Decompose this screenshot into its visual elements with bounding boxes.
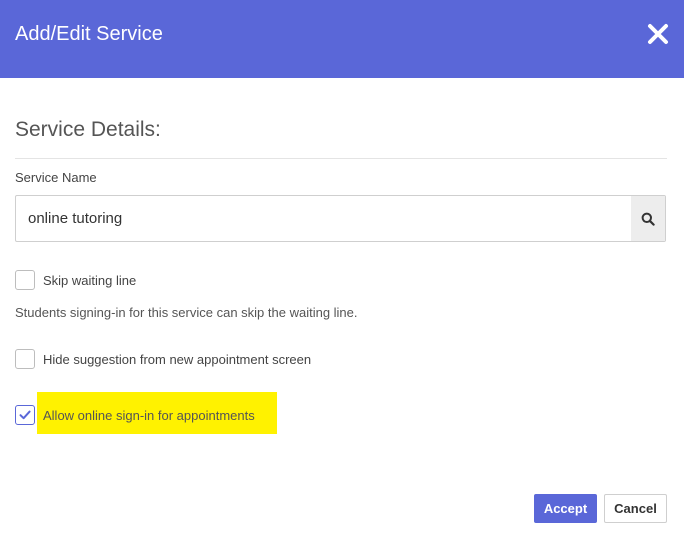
dialog-title: Add/Edit Service: [15, 23, 163, 45]
service-name-field: [15, 195, 666, 242]
dialog-header: Add/Edit Service: [0, 0, 684, 78]
allow-online-signin-checkbox[interactable]: [15, 405, 35, 425]
allow-online-signin-row: [15, 405, 35, 425]
service-name-label: Service Name: [15, 170, 97, 185]
hide-suggestion-checkbox[interactable]: [15, 349, 35, 369]
accept-button[interactable]: Accept: [534, 494, 597, 523]
skip-waiting-row: Skip waiting line: [15, 270, 136, 290]
section-divider: [15, 158, 667, 159]
skip-waiting-checkbox[interactable]: [15, 270, 35, 290]
search-icon: [641, 212, 655, 226]
hide-suggestion-label: Hide suggestion from new appointment scr…: [43, 351, 312, 367]
checkmark-icon: [19, 410, 31, 420]
section-title: Service Details:: [15, 118, 161, 141]
allow-online-signin-label: Allow online sign-in for appointments: [43, 408, 255, 423]
search-button[interactable]: [631, 196, 665, 241]
close-icon[interactable]: [646, 22, 670, 46]
skip-waiting-help-text: Students signing-in for this service can…: [15, 305, 358, 320]
service-name-input[interactable]: [16, 196, 632, 241]
add-edit-service-dialog: Add/Edit Service Service Details: Servic…: [0, 0, 684, 538]
cancel-button[interactable]: Cancel: [604, 494, 667, 523]
skip-waiting-label: Skip waiting line: [43, 272, 137, 288]
hide-suggestion-row: Hide suggestion from new appointment scr…: [15, 349, 311, 369]
